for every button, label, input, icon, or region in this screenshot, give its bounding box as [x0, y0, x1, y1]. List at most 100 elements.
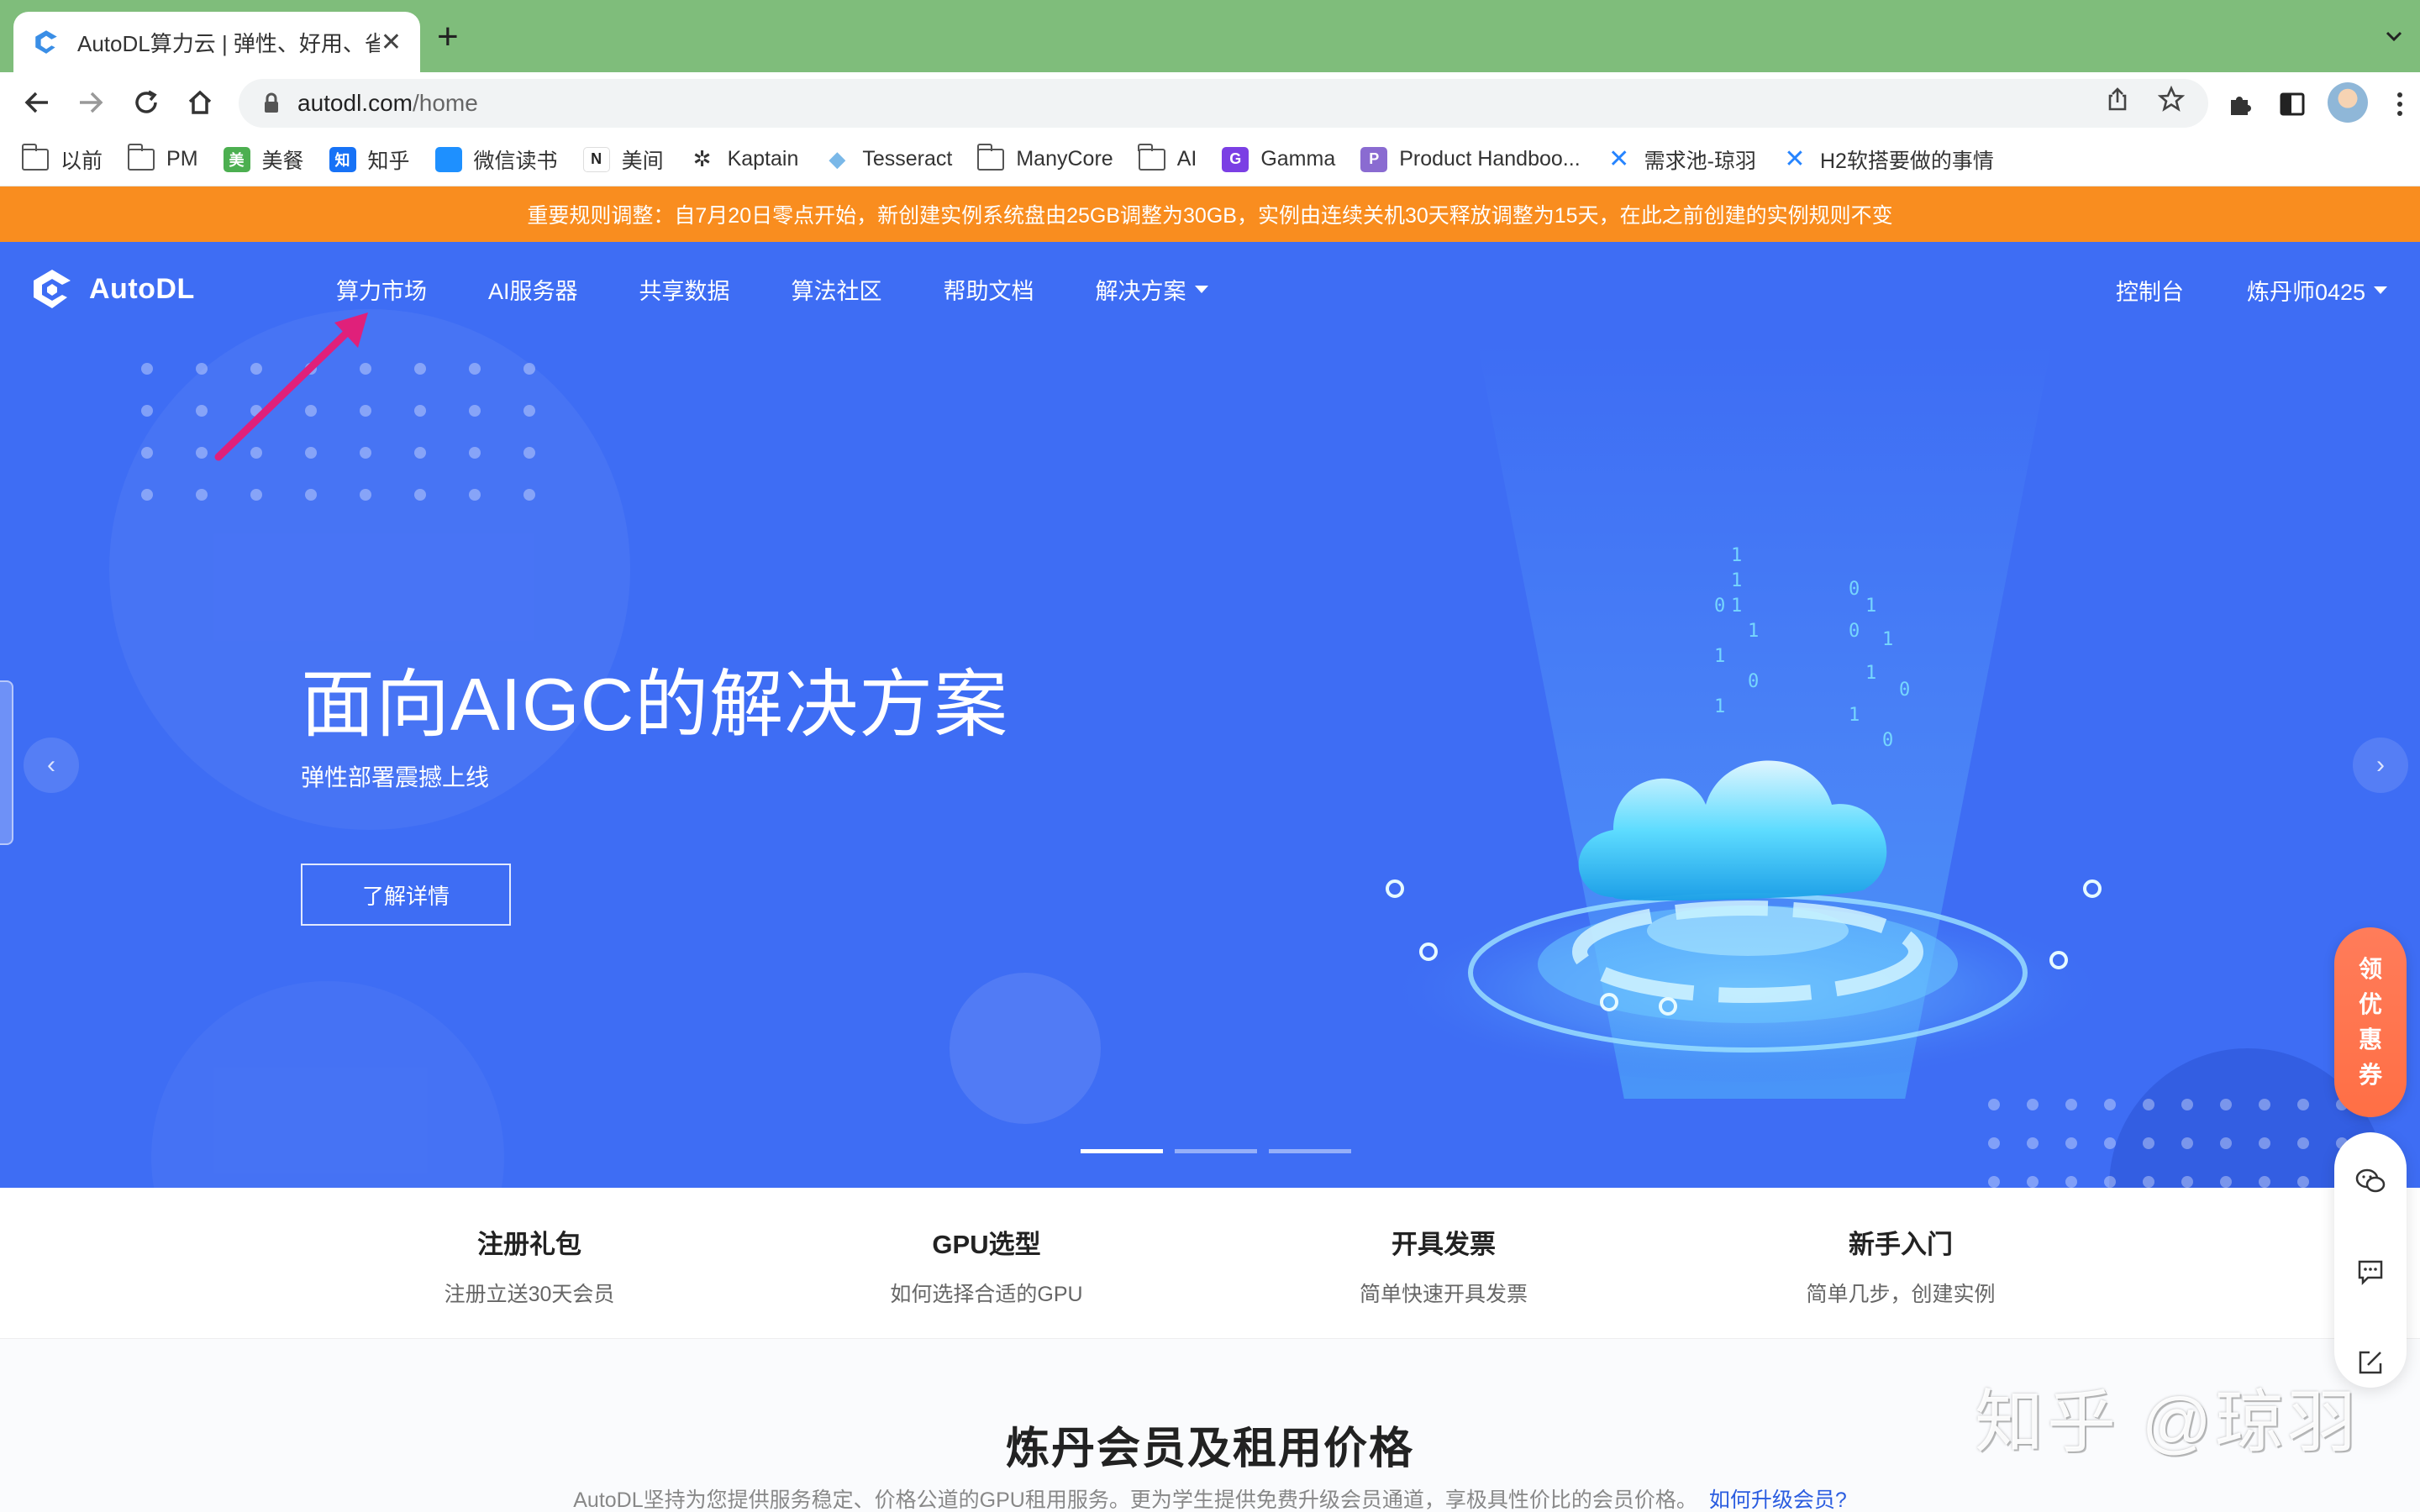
- bookmark-folder-yiqian[interactable]: 以前: [21, 143, 103, 175]
- feature-desc: 简单快速开具发票: [1359, 1283, 1528, 1306]
- nav-compute-market[interactable]: 算力市场: [336, 273, 427, 306]
- user-menu[interactable]: 炼丹师0425: [2247, 274, 2388, 307]
- bookmark-folder-ai[interactable]: AI: [1138, 143, 1197, 172]
- bookmark-label: Kaptain: [727, 147, 799, 171]
- decorative-dot: [2181, 1137, 2193, 1149]
- carousel-indicator-2[interactable]: [1175, 1149, 1257, 1153]
- new-tab-icon[interactable]: +: [437, 18, 459, 55]
- caret-down-icon: [2374, 286, 2388, 294]
- browser-menu-icon[interactable]: [2383, 87, 2417, 121]
- bookmark-label: Gamma: [1260, 147, 1336, 171]
- feature-desc: 注册立送30天会员: [444, 1283, 615, 1306]
- carousel-indicator-3[interactable]: [1269, 1149, 1351, 1153]
- lock-icon: [265, 92, 278, 113]
- side-panel-icon[interactable]: [2275, 87, 2309, 121]
- svg-text:0: 0: [1899, 680, 1910, 701]
- feature-invoice[interactable]: 开具发票 简单快速开具发票: [1276, 1223, 1612, 1308]
- coupon-char: 券: [2358, 1062, 2382, 1088]
- coupon-char: 惠: [2358, 1026, 2382, 1053]
- bookmark-folder-pm[interactable]: PM: [127, 143, 198, 172]
- svg-text:1: 1: [1714, 646, 1725, 667]
- decorative-circle: [950, 973, 1101, 1124]
- carousel-indicator-1[interactable]: [1081, 1149, 1163, 1153]
- back-arrow-icon[interactable]: [18, 84, 55, 121]
- decorative-dot: [196, 447, 208, 459]
- bookmark-tesseract[interactable]: ◆ Tesseract: [823, 146, 952, 172]
- bookmark-star-icon[interactable]: [2156, 84, 2186, 114]
- decorative-dot: [2065, 1137, 2077, 1149]
- decorative-dot: [141, 489, 153, 501]
- bookmark-xuqiuchi[interactable]: ✕ 需求池-琼羽: [1606, 144, 1756, 175]
- zhihu-icon: 知: [329, 146, 356, 172]
- rule-notice-banner: 重要规则调整：自7月20日零点开始，新创建实例系统盘由25GB调整为30GB，实…: [0, 186, 2420, 242]
- bookmark-kaptain[interactable]: ✲ Kaptain: [689, 146, 799, 172]
- bookmark-meican[interactable]: 美美餐: [223, 144, 304, 175]
- decorative-dot: [414, 447, 426, 459]
- decorative-dot: [196, 405, 208, 417]
- bookmark-folder-manycore[interactable]: ManyCore: [976, 143, 1113, 172]
- coupon-char: 优: [2358, 991, 2382, 1017]
- forward-arrow-icon[interactable]: [72, 84, 109, 121]
- learn-more-button[interactable]: 了解详情: [301, 864, 511, 926]
- extensions-puzzle-icon[interactable]: [2223, 87, 2257, 121]
- wechat-icon[interactable]: [2354, 1164, 2387, 1198]
- bookmark-product-handbook[interactable]: P Product Handboo...: [1360, 146, 1581, 172]
- share-icon[interactable]: [2102, 84, 2133, 114]
- upgrade-member-link[interactable]: 如何升级会员?: [1709, 1488, 1847, 1512]
- profile-avatar[interactable]: [2328, 82, 2368, 123]
- bookmark-label: H2软搭要做的事情: [1819, 149, 1994, 173]
- carousel-next-icon[interactable]: ›: [2353, 738, 2408, 793]
- home-icon[interactable]: [182, 84, 218, 121]
- tab-search-chevron-icon[interactable]: [2383, 25, 2405, 47]
- svg-text:0: 0: [1748, 671, 1759, 692]
- decorative-dot: [1988, 1176, 2000, 1188]
- decorative-dot: [141, 447, 153, 459]
- feature-gpu-selection[interactable]: GPU选型 如何选择合适的GPU: [818, 1223, 1155, 1308]
- feature-title: 新手入门: [1849, 1230, 1953, 1259]
- bookmark-weread[interactable]: 微信读书: [434, 144, 558, 175]
- console-link[interactable]: 控制台: [2116, 274, 2184, 307]
- bookmark-gamma[interactable]: G Gamma: [1222, 146, 1336, 172]
- autodl-logo[interactable]: AutoDL: [29, 265, 195, 312]
- autodl-logo-icon: [34, 270, 71, 308]
- decorative-dot: [469, 363, 481, 375]
- feature-getting-started[interactable]: 新手入门 简单几步，创建实例: [1733, 1223, 2069, 1308]
- reload-icon[interactable]: [128, 84, 165, 121]
- autodl-favicon-icon: [35, 30, 57, 54]
- decorative-dot: [2143, 1137, 2154, 1149]
- carousel-prev-icon[interactable]: ‹: [24, 738, 79, 793]
- nav-ai-server[interactable]: AI服务器: [488, 273, 578, 306]
- get-coupon-widget[interactable]: 领 优 惠 券: [2334, 927, 2407, 1117]
- svg-text:1: 1: [1865, 663, 1876, 684]
- feature-register-gift[interactable]: 注册礼包 注册立送30天会员: [361, 1223, 697, 1308]
- bookmark-label: 知乎: [367, 149, 410, 173]
- decorative-dot: [305, 489, 317, 501]
- decorative-dot: [523, 447, 535, 459]
- nav-solutions[interactable]: 解决方案: [1096, 273, 1208, 306]
- decorative-dot: [2143, 1176, 2154, 1188]
- decorative-dot: [2259, 1176, 2270, 1188]
- bookmark-label: PM: [166, 147, 198, 171]
- cloud-platform-illustration: 110 1 1101 010 1 1010: [1386, 545, 2102, 1082]
- nav-shared-data[interactable]: 共享数据: [639, 273, 730, 306]
- address-bar[interactable]: autodl.com/home: [239, 79, 2208, 128]
- bookmark-label: 美间: [621, 149, 664, 173]
- hero-title: 面向AIGC的解决方案: [301, 663, 1009, 746]
- bookmark-zhihu[interactable]: 知知乎: [329, 144, 410, 175]
- nav-help-docs[interactable]: 帮助文档: [944, 273, 1034, 306]
- feedback-message-icon[interactable]: [2354, 1255, 2387, 1289]
- nav-algorithm-community[interactable]: 算法社区: [792, 273, 882, 306]
- bookmark-h2[interactable]: ✕ H2软搭要做的事情: [1781, 144, 1994, 175]
- meican-icon: 美: [223, 146, 250, 172]
- side-drawer-handle[interactable]: [0, 680, 13, 845]
- decorative-dot: [414, 363, 426, 375]
- tab-close-icon[interactable]: ✕: [381, 28, 402, 57]
- decorative-dot: [2297, 1137, 2309, 1149]
- annotation-arrow-icon: [214, 312, 368, 461]
- pricing-desc-text: AutoDL坚持为您提供服务稳定、价格公道的GPU租用服务。更为学生提供免费升级…: [573, 1488, 1697, 1512]
- notion-icon: P: [1360, 146, 1388, 172]
- svg-text:1: 1: [1731, 545, 1742, 566]
- browser-tab-active[interactable]: AutoDL算力云 | 弹性、好用、省钱 ✕: [13, 12, 420, 72]
- svg-text:1: 1: [1849, 705, 1860, 726]
- bookmark-meijian[interactable]: N 美间: [582, 144, 664, 175]
